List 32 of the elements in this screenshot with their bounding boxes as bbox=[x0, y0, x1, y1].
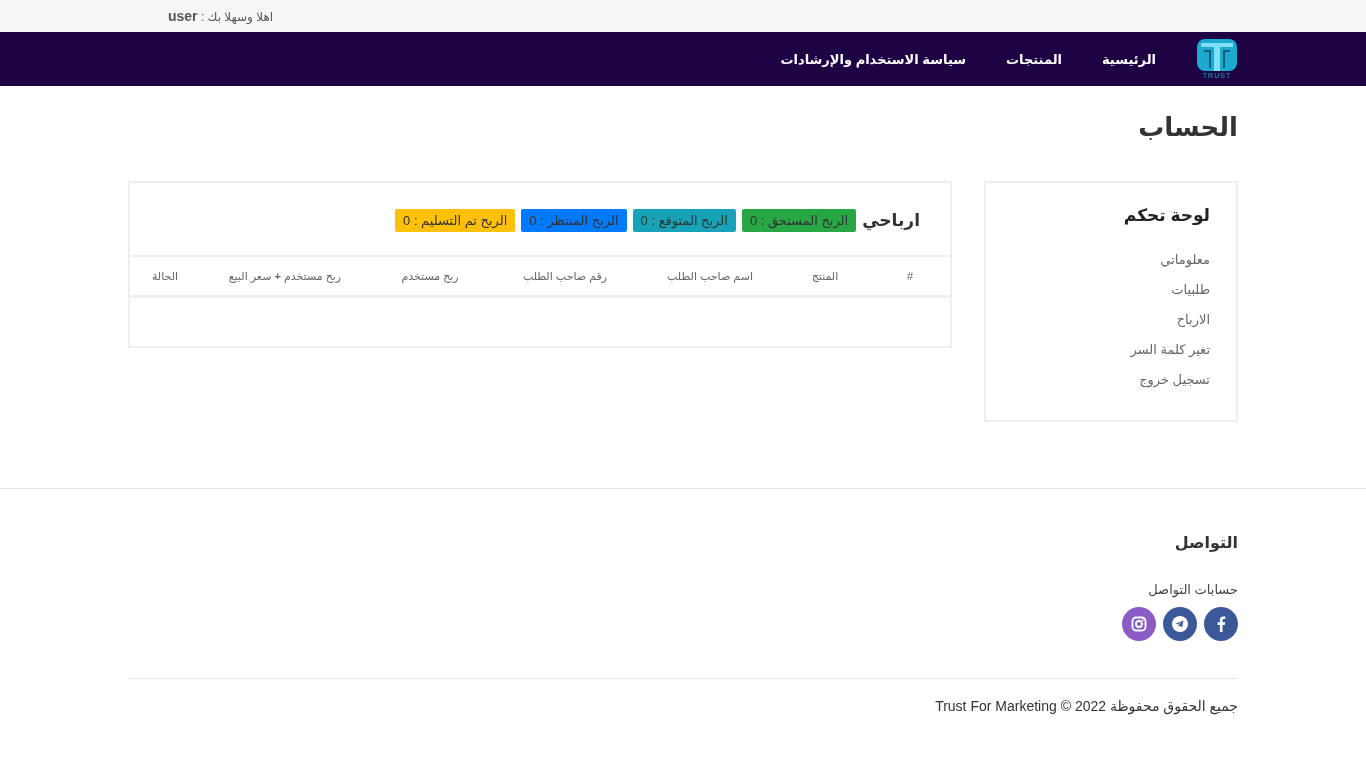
telegram-icon bbox=[1172, 616, 1188, 632]
nav-link[interactable]: سياسة الاستخدام والإرشادات bbox=[780, 51, 966, 67]
facebook-button[interactable] bbox=[1204, 607, 1238, 641]
sidebar-title: لوحة تحكم bbox=[1122, 205, 1210, 226]
footer-title: التواصل bbox=[1173, 533, 1238, 552]
column-header: اسم صاحب الطلب bbox=[666, 269, 754, 283]
sidebar-link[interactable]: الارباح bbox=[1012, 312, 1210, 327]
sidebar-link[interactable]: معلوماتي bbox=[1012, 252, 1210, 267]
column-header: رقم صاحب الطلب bbox=[521, 269, 609, 283]
column-header: ربح مستخدم bbox=[400, 269, 460, 283]
earnings-title: ارباحي bbox=[862, 210, 920, 231]
instagram-button[interactable] bbox=[1122, 607, 1156, 641]
copyright-text: جميع الحقوق محفوظة 2022 © Trust For Marketing bbox=[935, 698, 1238, 714]
sidebar-link[interactable]: طلبيات bbox=[1012, 282, 1210, 297]
instagram-icon bbox=[1131, 616, 1147, 632]
nav-link[interactable]: الرئيسية bbox=[1101, 51, 1156, 67]
nav-link[interactable]: المنتجات bbox=[1006, 51, 1062, 67]
logo-icon bbox=[1196, 38, 1238, 72]
earnings-badge: الربح المنتظر : 0 bbox=[521, 209, 627, 232]
column-header: الحالة bbox=[150, 269, 180, 283]
column-header: # bbox=[905, 270, 915, 282]
sidebar-link[interactable]: تغير كلمة السر bbox=[1012, 342, 1210, 357]
facebook-icon bbox=[1216, 616, 1226, 632]
telegram-button[interactable] bbox=[1163, 607, 1197, 641]
page-title: الحساب bbox=[1137, 112, 1238, 143]
sidebar-link[interactable]: تسجيل خروج bbox=[1012, 372, 1210, 387]
earnings-badge: الربح تم التسليم : 0 bbox=[395, 209, 516, 232]
earnings-badge: الربح المتوقع : 0 bbox=[632, 209, 736, 232]
footer-subtitle: حسابات التواصل bbox=[1147, 582, 1238, 597]
earnings-badge: الربح المستحق : 0 bbox=[741, 209, 857, 232]
column-header: المنتج bbox=[810, 269, 840, 283]
column-header: ربح مستخدم + سعر البيع bbox=[227, 269, 343, 283]
